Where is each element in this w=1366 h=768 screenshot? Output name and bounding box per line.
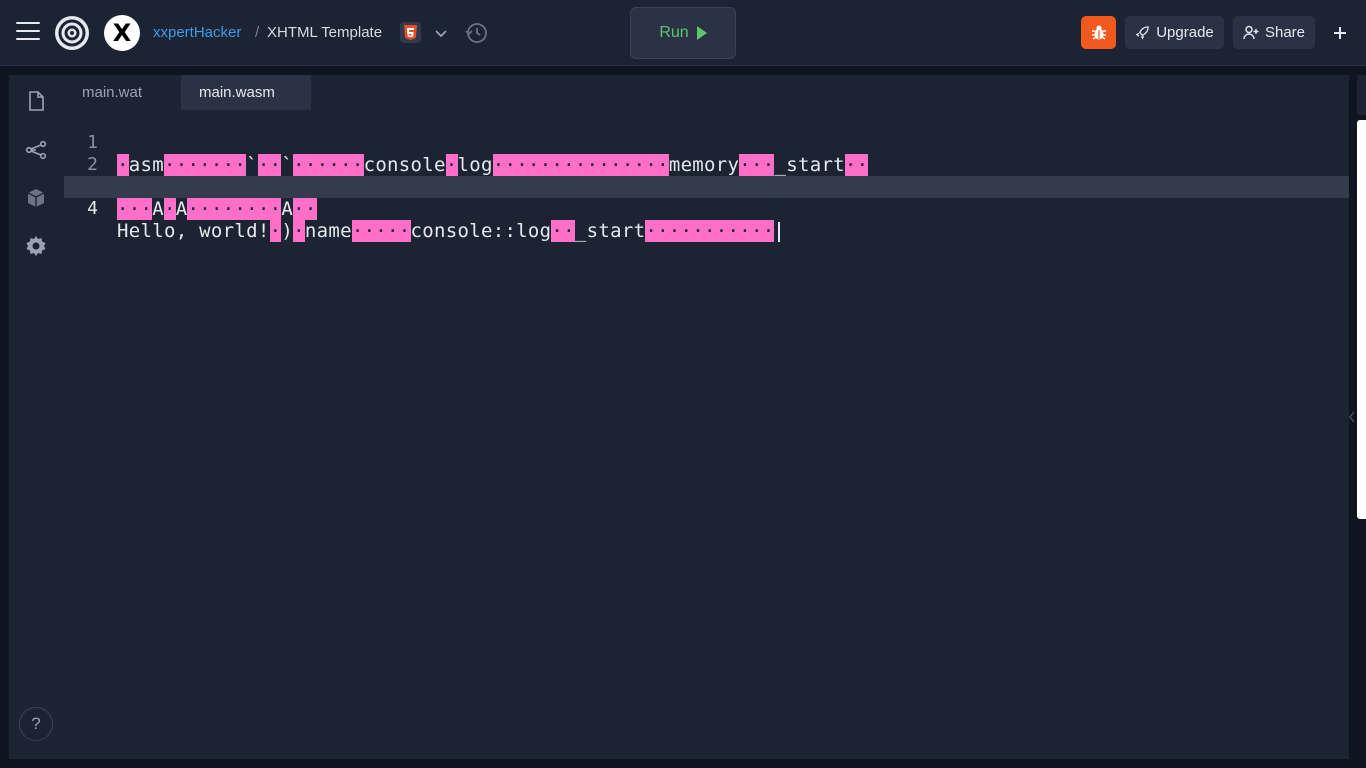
code-token: ): [281, 220, 294, 242]
breadcrumb-separator: /: [255, 24, 260, 41]
code-text: ···A·A········A··: [117, 198, 317, 220]
code-token: A: [152, 198, 164, 220]
help-button[interactable]: ?: [19, 707, 53, 741]
invisible-char-run: ·: [163, 198, 176, 220]
html5-icon: [400, 22, 421, 43]
editor-pane: main.wat main.wasm 1 ·asm·······`··`····…: [64, 75, 1349, 759]
run-button-label: Run: [659, 24, 689, 41]
top-bar: X xxpertHacker / XHTML Template Run Upgr…: [0, 0, 1366, 66]
line-number: 4: [87, 198, 98, 219]
share-button[interactable]: Share: [1233, 16, 1315, 49]
text-cursor: [778, 221, 781, 242]
repl-title[interactable]: XHTML Template: [267, 24, 382, 41]
code-editor[interactable]: 1 ·asm·······`··`······console·log······…: [64, 110, 1349, 759]
code-line: 1 ·asm·······`··`······console·log······…: [64, 110, 1349, 176]
code-text-content: Hello, world!·)·name·····console::log··_…: [117, 220, 775, 242]
invisible-char-run: ·····: [351, 220, 411, 242]
breadcrumb-user-link[interactable]: xxpertHacker: [153, 24, 241, 41]
share-label: Share: [1264, 24, 1306, 41]
code-token: name: [304, 220, 352, 242]
invisible-char-run: ·: [269, 220, 282, 242]
sidebar: ?: [9, 75, 64, 759]
tab-main-wasm[interactable]: main.wasm: [181, 75, 311, 110]
invisible-char-run: ········: [187, 198, 282, 220]
rocket-icon: [1135, 26, 1150, 40]
scroll-area: [1357, 75, 1366, 115]
run-button[interactable]: Run: [630, 7, 736, 59]
tab-label: main.wat: [82, 84, 143, 101]
invisible-char-run: ·: [293, 220, 305, 242]
tab-label: main.wasm: [199, 84, 275, 101]
packages-icon[interactable]: [24, 186, 48, 210]
upgrade-button[interactable]: Upgrade: [1125, 16, 1224, 49]
tab-main-wat[interactable]: main.wat: [64, 75, 181, 110]
play-icon: [696, 26, 707, 40]
menu-icon[interactable]: [16, 22, 40, 42]
history-icon[interactable]: [465, 21, 489, 45]
chevron-left-icon[interactable]: [1347, 410, 1357, 424]
invisible-char-run: ···········: [645, 220, 775, 242]
git-icon[interactable]: [24, 138, 48, 162]
new-button[interactable]: [1326, 16, 1354, 49]
code-line-current: 4 Hello, world!·)·name·····console::log·…: [64, 176, 1349, 242]
code-token: A: [281, 198, 294, 220]
code-line: 2: [64, 132, 1349, 175]
invisible-char-run: ··: [293, 198, 317, 220]
code-text: Hello, world!·)·name·····console::log··_…: [117, 220, 781, 242]
code-token: _start: [574, 220, 646, 242]
invisible-char-run: ··: [551, 220, 575, 242]
replit-logo-icon[interactable]: [54, 15, 90, 51]
code-token: console::log: [410, 220, 552, 242]
editor-tabs: main.wat main.wasm: [64, 75, 1349, 110]
debug-button[interactable]: [1081, 16, 1116, 49]
code-line: 3 ···A·A········A··: [64, 154, 1349, 220]
code-token: Hello, world!: [117, 220, 270, 242]
bug-icon: [1091, 25, 1106, 40]
add-user-icon: [1243, 25, 1259, 40]
chevron-down-icon[interactable]: [433, 25, 449, 41]
code-token: A: [175, 198, 188, 220]
files-icon[interactable]: [24, 89, 48, 113]
plus-icon: [1334, 26, 1346, 39]
settings-icon[interactable]: [24, 234, 48, 258]
preview-panel-edge[interactable]: [1357, 120, 1366, 519]
avatar[interactable]: X: [104, 15, 140, 51]
upgrade-label: Upgrade: [1156, 24, 1214, 41]
